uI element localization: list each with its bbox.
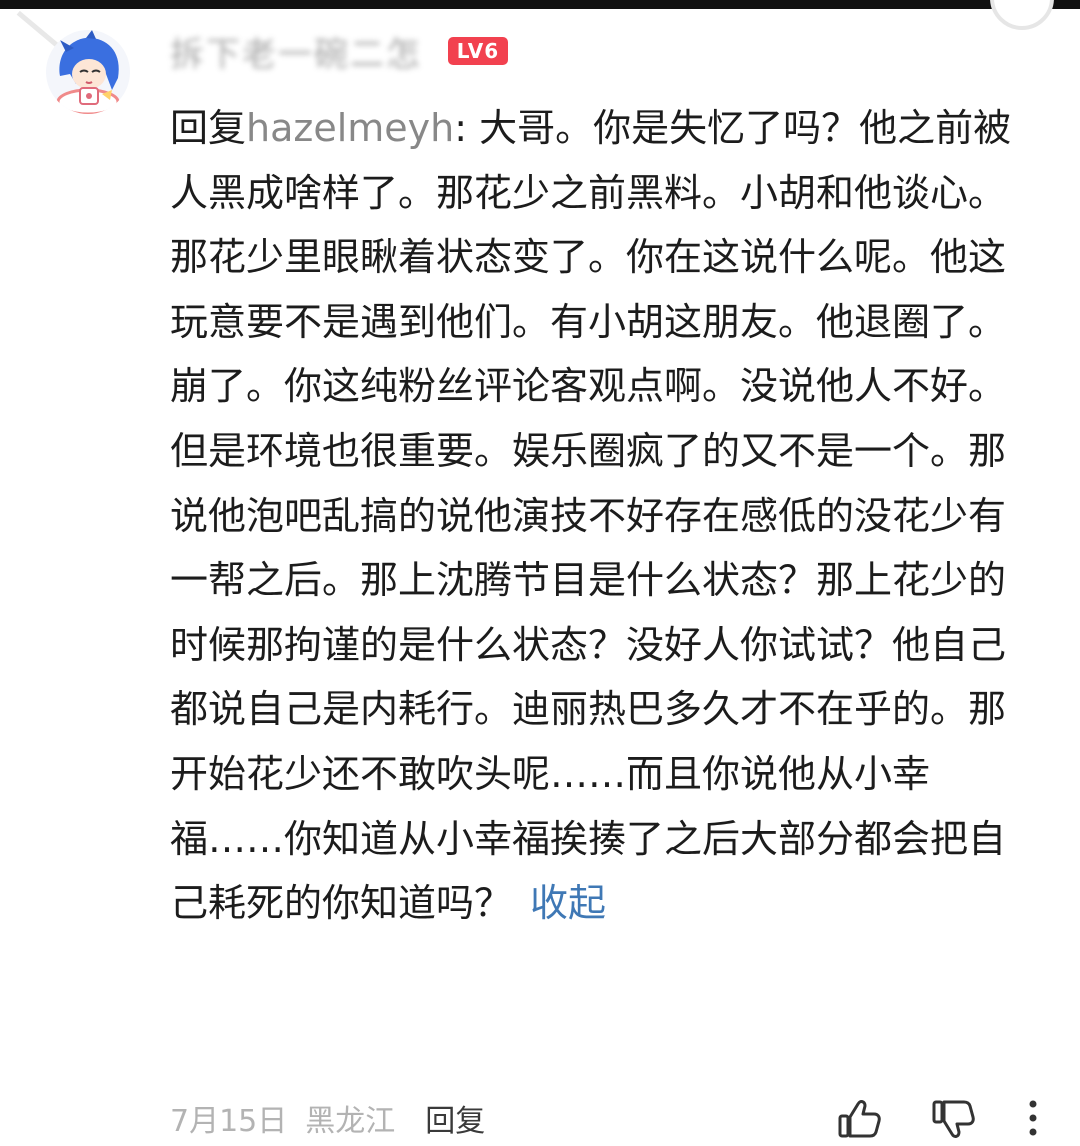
comment-location: 黑龙江 [305, 1104, 396, 1139]
comment-footer: 7月15日 黑龙江 回复 [170, 1094, 485, 1142]
collapse-link[interactable]: 收起 [530, 881, 606, 925]
level-badge: LV6 [448, 37, 508, 65]
avatar[interactable] [46, 30, 130, 114]
top-screen-edge [0, 0, 1080, 54]
user-row: 拆下老一碗二怎 LV6 [170, 30, 508, 75]
reply-to-username[interactable]: hazelmeyh [246, 106, 454, 150]
more-vertical-icon[interactable] [1018, 1096, 1048, 1142]
top-right-decoration [990, 0, 1054, 30]
comment-body: 回复hazelmeyh: 大哥。你是失忆了吗？他之前被人黑成啥样了。那花少之前黑… [170, 96, 1030, 936]
reply-button[interactable]: 回复 [425, 1096, 485, 1140]
comment-date: 7月15日 [170, 1104, 288, 1139]
thumbs-up-icon[interactable] [836, 1096, 884, 1142]
username[interactable]: 拆下老一碗二怎 [170, 27, 422, 76]
comment-text: 大哥。你是失忆了吗？他之前被人黑成啥样了。那花少之前黑料。小胡和他谈心。那花少里… [170, 106, 1012, 926]
reply-prefix: 回复 [170, 106, 247, 150]
reply-separator: : [454, 106, 480, 150]
thumbs-down-icon[interactable] [930, 1096, 978, 1142]
avatar-image [46, 30, 130, 114]
